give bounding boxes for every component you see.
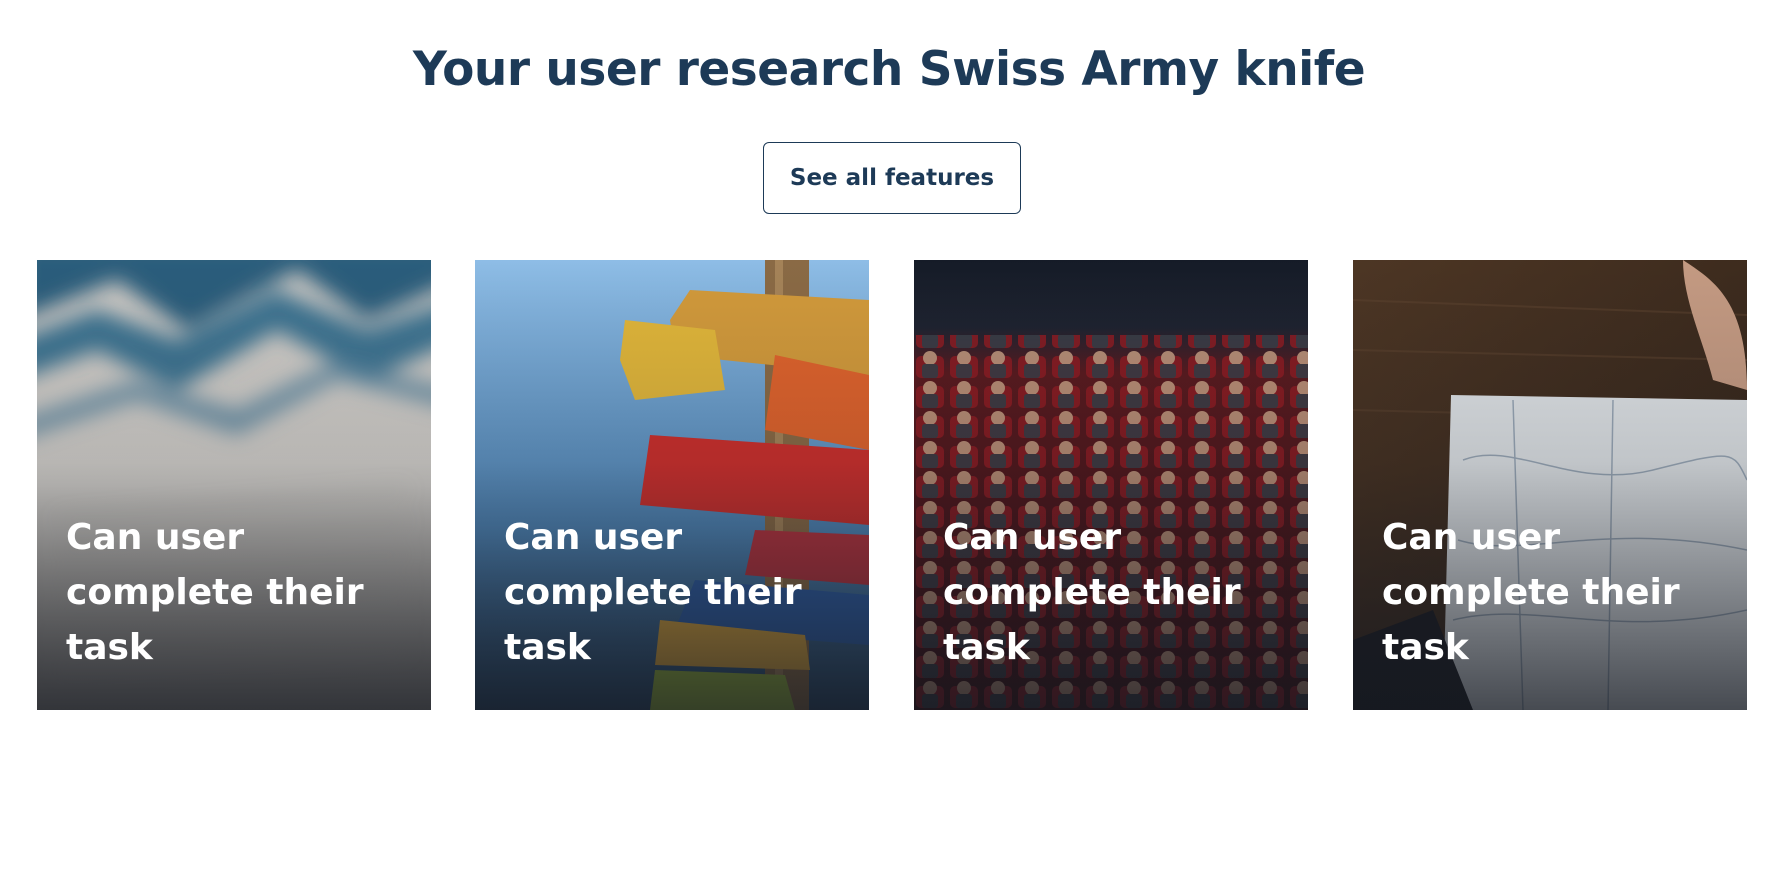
feature-card[interactable]: Can user complete their task — [37, 260, 431, 710]
feature-card[interactable]: Can user complete their task — [914, 260, 1308, 710]
card-title: Can user complete their task — [66, 517, 364, 668]
card-title: Can user complete their task — [504, 517, 802, 668]
feature-card[interactable]: Can user complete their task — [475, 260, 869, 710]
card-title: Can user complete their task — [943, 517, 1241, 668]
section-title: Your user research Swiss Army knife — [412, 42, 1366, 97]
feature-card[interactable]: Can user complete their task — [1353, 260, 1747, 710]
see-all-features-button[interactable]: See all features — [763, 142, 1021, 214]
card-title: Can user complete their task — [1382, 517, 1680, 668]
